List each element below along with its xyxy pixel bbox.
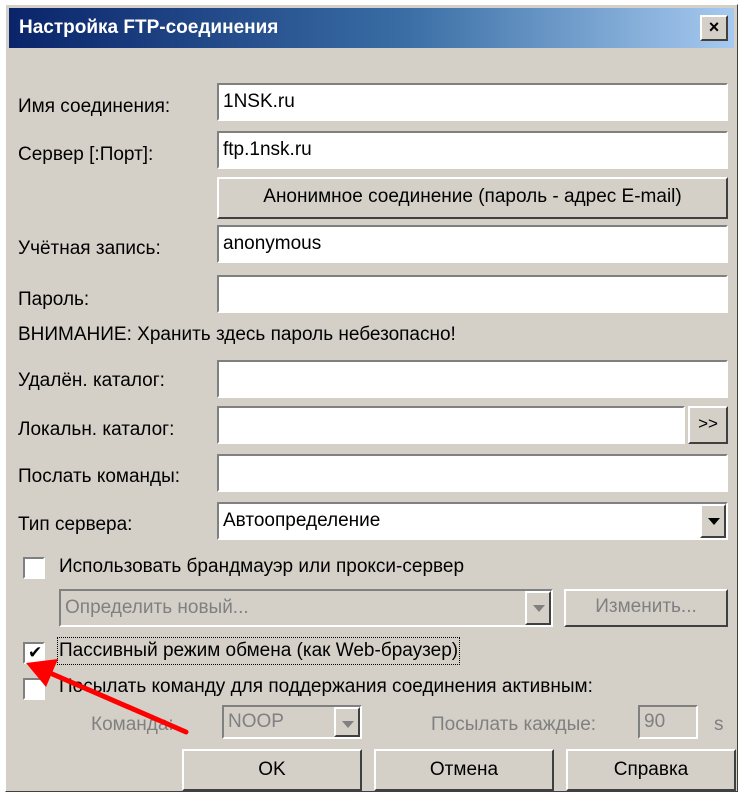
annotation-arrow-line <box>47 670 189 735</box>
ftp-settings-dialog: Настройка FTP-соединения × Имя соединени… <box>5 4 738 792</box>
annotation-arrow <box>26 659 189 735</box>
